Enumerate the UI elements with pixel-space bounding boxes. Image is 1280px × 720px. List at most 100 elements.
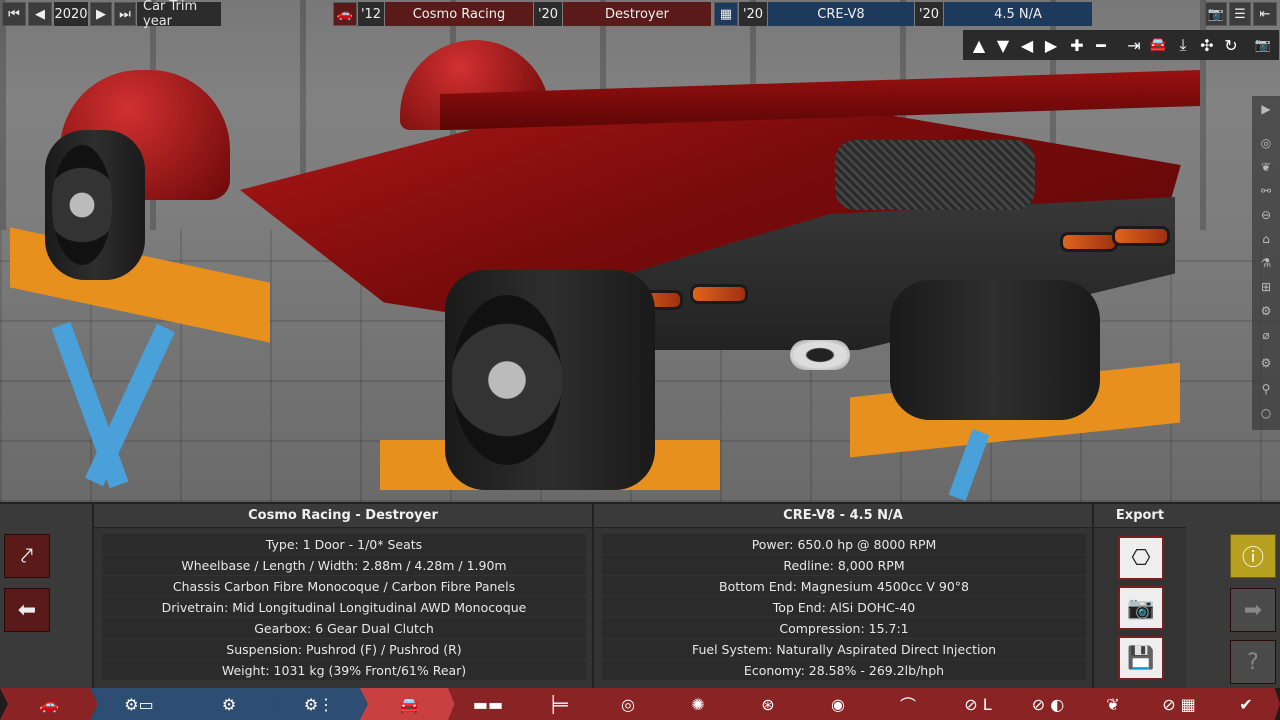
engine-icon[interactable]: ▦ (714, 2, 738, 26)
tab-headlight[interactable]: ◎ (588, 688, 668, 720)
exhaust-pipe (790, 340, 850, 370)
tab-drivetrain[interactable]: ╞═ (518, 688, 598, 720)
tab-engine-design[interactable]: ⚙ (180, 688, 278, 720)
wheel-tool-icon[interactable]: ◎ (1254, 132, 1278, 154)
tab-test-track[interactable]: ⊘ ▦ (1138, 688, 1220, 720)
warning-icon[interactable]: ⓘ (1230, 534, 1276, 578)
tab-wheel[interactable]: ⊛ (728, 688, 808, 720)
tail-light (1060, 232, 1118, 252)
tab-car-design[interactable]: 🚘 (360, 688, 458, 720)
disable-tool-icon[interactable]: ⌀ (1254, 324, 1278, 346)
car-weight-row: Weight: 1031 kg (39% Front/61% Rear) (102, 660, 586, 680)
tab-chassis-folder[interactable]: ⚙▭ (90, 688, 188, 720)
car-rear-grille (835, 140, 1035, 210)
camera-right-icon[interactable]: ▶ (1040, 34, 1062, 56)
camera-control-pad: ▲ ▼ ◀ ▶ ✚ ━ ⇥ 🚘 ⤓ ✣ ↻ 📷 (963, 30, 1279, 60)
drop-icon[interactable]: ⤓ (1172, 34, 1194, 56)
next-icon[interactable]: ▶ (90, 2, 112, 26)
person-tool-icon[interactable]: ⚲ (1254, 378, 1278, 400)
align-icon[interactable]: ⇥ (1123, 34, 1145, 56)
tail-light (690, 284, 748, 304)
car-icon[interactable]: 🚗 (333, 2, 357, 26)
car-gearbox-row: Gearbox: 6 Gear Dual Clutch (102, 618, 586, 638)
grille-tool-icon[interactable]: ⊞ (1254, 276, 1278, 298)
skip-back-icon[interactable]: ⏮ (2, 2, 26, 26)
year-label: Car Trim year (137, 0, 221, 29)
camera-down-icon[interactable]: ▼ (992, 34, 1014, 56)
expand-icon[interactable]: ▶ (1254, 98, 1278, 120)
car-summary-title: Cosmo Racing - Destroyer (94, 504, 592, 528)
save-icon[interactable]: 💾 (1118, 636, 1164, 680)
axle-tool-icon[interactable]: ⚯ (1254, 180, 1278, 202)
tab-brake[interactable]: ◉ (798, 688, 878, 720)
back-arrow-icon[interactable]: ⬅ (4, 588, 50, 632)
car-summary-panel: Cosmo Racing - Destroyer Type: 1 Door - … (92, 504, 592, 690)
prev-icon[interactable]: ◀ (28, 2, 52, 26)
engine-family-year: '20 (739, 2, 767, 26)
camera-left-icon[interactable]: ◀ (1016, 34, 1038, 56)
export-title: Export (1094, 504, 1186, 528)
zoom-out-icon[interactable]: ━ (1090, 34, 1112, 56)
engine-tool-icon[interactable]: ⚙ (1254, 300, 1278, 322)
export-camera-icon[interactable]: 📷 (1118, 586, 1164, 630)
share-icon[interactable]: ⎔ (1118, 536, 1164, 580)
camera-up-icon[interactable]: ▲ (968, 34, 990, 56)
engine-summary-title: CRE-V8 - 4.5 N/A (594, 504, 1092, 528)
settings-tool-icon[interactable]: ⚙ (1254, 352, 1278, 374)
tab-fuel[interactable]: ❦ (1078, 688, 1148, 720)
camera-icon[interactable]: 📷 (1205, 2, 1227, 26)
year-value: 2020 (54, 2, 88, 26)
engine-economy-row: Economy: 28.58% - 269.2lb/hph (602, 660, 1086, 680)
pan-icon[interactable]: ✣ (1196, 34, 1218, 56)
export-panel: Export ⎔ 📷 💾 (1092, 504, 1186, 690)
car-suspension-row: Suspension: Pushrod (F) / Pushrod (R) (102, 639, 586, 659)
rear-wheel-left (452, 295, 562, 465)
graph-icon[interactable]: ⤤ (4, 534, 50, 578)
car-chassis-row: Chassis Carbon Fibre Monocoque / Carbon … (102, 576, 586, 596)
model-year: '12 (358, 2, 384, 26)
engine-fuel-system-row: Fuel System: Naturally Aspirated Direct … (602, 639, 1086, 659)
rotate-icon[interactable]: ↻ (1220, 34, 1242, 56)
tab-interior[interactable]: ⊘ L (938, 688, 1018, 720)
variant-field[interactable]: 4.5 N/A (944, 2, 1092, 26)
engine-power-row: Power: 650.0 hp @ 8000 RPM (602, 534, 1086, 554)
3d-viewport[interactable] (0, 0, 1280, 502)
engine-bottom-end-row: Bottom End: Magnesium 4500cc V 90°8 (602, 576, 1086, 596)
roof-tool-icon[interactable]: ⌂ (1254, 228, 1278, 250)
circle-tool-icon[interactable]: ○ (1254, 402, 1278, 424)
screenshot-icon[interactable]: 📷 (1252, 34, 1274, 56)
tail-light (1112, 226, 1170, 246)
forward-arrow-icon[interactable]: ➡ (1230, 588, 1276, 632)
mirror-tool-icon[interactable]: ⚗ (1254, 252, 1278, 274)
tab-finish-check[interactable]: ✔ (1212, 688, 1280, 720)
car-dimensions-row: Wheelbase / Length / Width: 2.88m / 4.28… (102, 555, 586, 575)
tab-fan[interactable]: ✺ (658, 688, 738, 720)
top-toolbar: ⏮ ◀ 2020 ▶ ⏭ Car Trim year 🚗 '12 Cosmo R… (0, 0, 1280, 29)
tab-engine-tune[interactable]: ⚙⋮ (270, 688, 368, 720)
engine-compression-row: Compression: 15.7:1 (602, 618, 1086, 638)
design-stage-tabs: 🚗 ⚙▭ ⚙ ⚙⋮ 🚘 ▬▬ ╞═ ◎ ✺ ⊛ ◉ ⌒ ⊘ L ⊘ ◐ ❦ ⊘ … (0, 688, 1280, 720)
engine-redline-row: Redline: 8,000 RPM (602, 555, 1086, 575)
engine-top-end-row: Top End: AlSi DOHC-40 (602, 597, 1086, 617)
model-field[interactable]: Destroyer (563, 2, 711, 26)
brand-field[interactable]: Cosmo Racing (385, 2, 533, 26)
tab-aero[interactable]: ⌒ (868, 688, 948, 720)
zoom-in-icon[interactable]: ✚ (1066, 34, 1088, 56)
car-view-icon[interactable]: 🚘 (1147, 34, 1169, 56)
paint-tool-icon[interactable]: ❦ (1254, 156, 1278, 178)
tab-steering[interactable]: ⊘ ◐ (1008, 688, 1088, 720)
engine-summary-panel: CRE-V8 - 4.5 N/A Power: 650.0 hp @ 8000 … (592, 504, 1092, 690)
help-icon[interactable]: ? (1230, 640, 1276, 684)
menu-icon[interactable]: ☰ (1229, 2, 1251, 26)
skip-forward-icon[interactable]: ⏭ (114, 2, 136, 26)
exit-icon[interactable]: ⇤ (1253, 2, 1277, 26)
tab-body[interactable]: ▬▬ (448, 688, 528, 720)
variant-year: '20 (915, 2, 943, 26)
car-type-row: Type: 1 Door - 1/0* Seats (102, 534, 586, 554)
engine-family-field[interactable]: CRE-V8 (768, 2, 914, 26)
tab-car-body[interactable]: 🚗 (0, 688, 98, 720)
trim-year: '20 (534, 2, 562, 26)
rear-tire-right (890, 280, 1100, 420)
bumper-tool-icon[interactable]: ⊖ (1254, 204, 1278, 226)
car-drivetrain-row: Drivetrain: Mid Longitudinal Longitudina… (102, 597, 586, 617)
